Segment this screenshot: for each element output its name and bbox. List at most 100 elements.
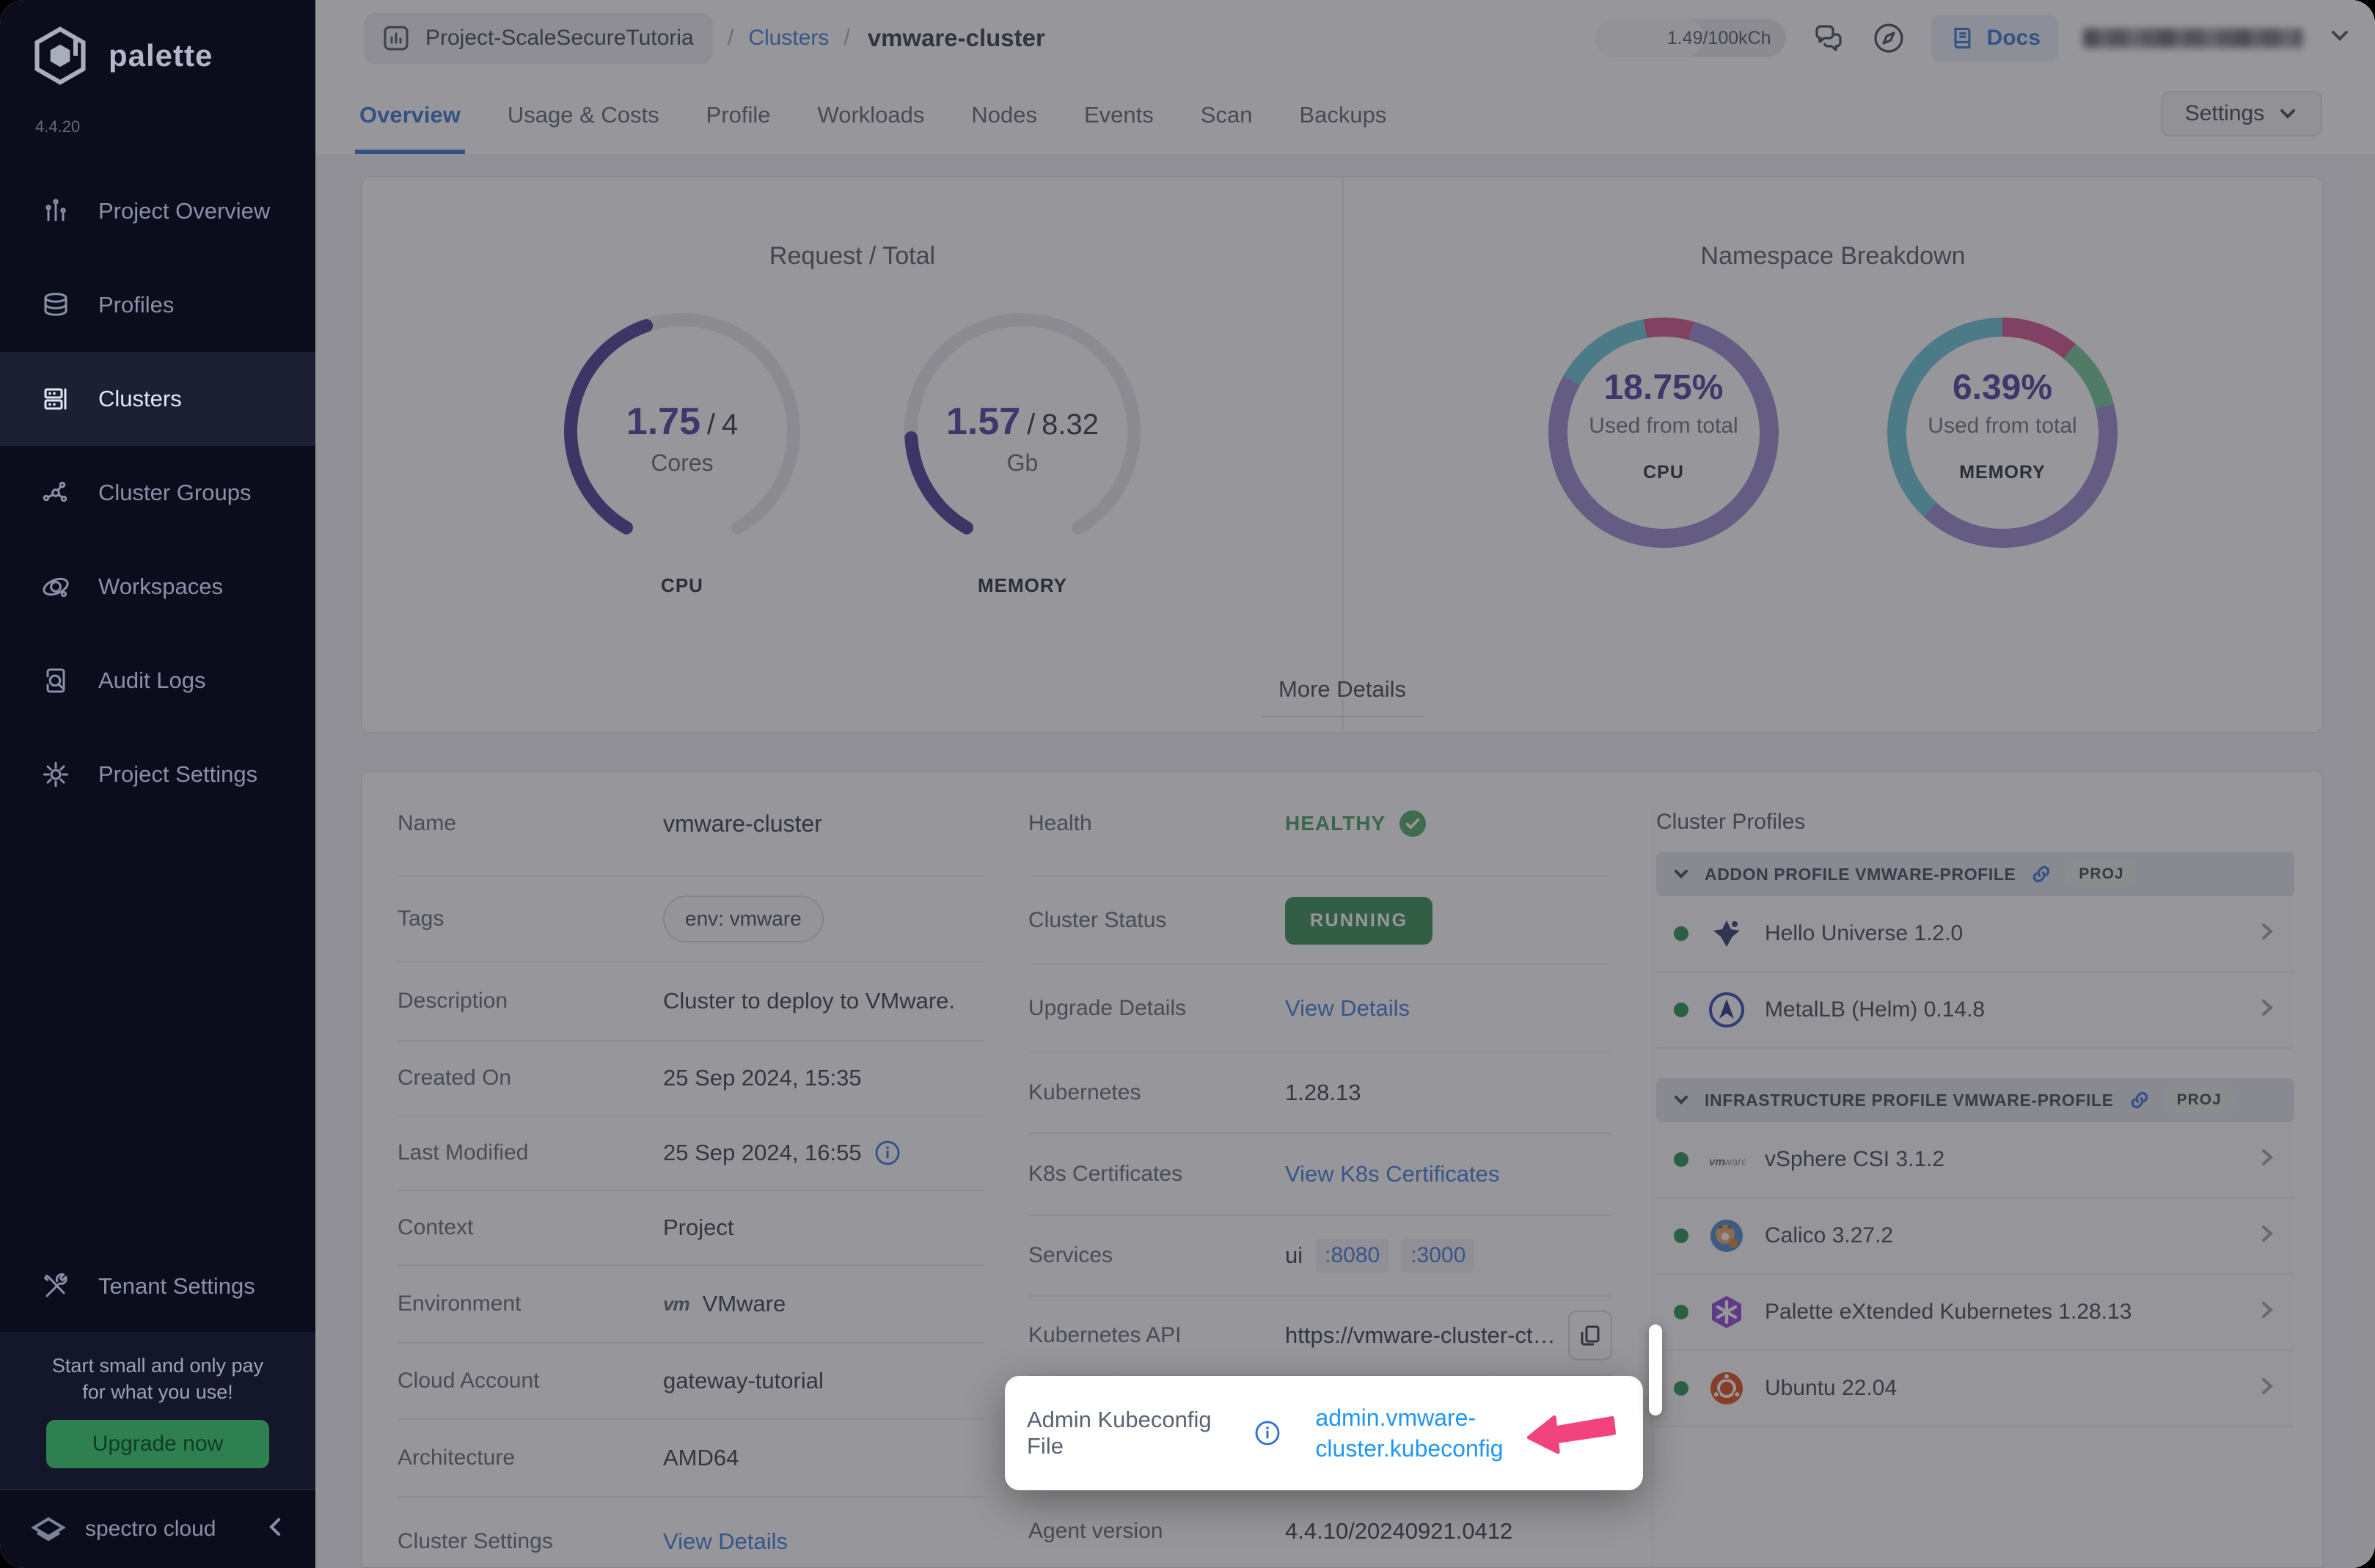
sidebar-item-tenant-settings[interactable]: Tenant Settings (0, 1239, 315, 1333)
detail-row-context: Context Project (398, 1191, 984, 1266)
tab-overview[interactable]: Overview (355, 76, 465, 154)
info-icon[interactable] (1255, 1421, 1280, 1446)
detail-row-cluster-status: Cluster Status RUNNING (1028, 877, 1612, 965)
info-icon[interactable] (875, 1140, 900, 1165)
tab-usage-costs[interactable]: Usage & Costs (508, 76, 659, 154)
scrollbar[interactable] (2362, 154, 2375, 1568)
sidebar-item-profiles[interactable]: Profiles (0, 258, 315, 352)
breadcrumb-clusters-link[interactable]: Clusters (748, 26, 829, 51)
service-port-8080-link[interactable]: :8080 (1316, 1239, 1389, 1272)
profile-row-metallb[interactable]: MetalLB (Helm) 0.14.8 (1656, 972, 2294, 1049)
project-selector[interactable]: Project-ScaleSecureTutoria (364, 12, 713, 64)
sidebar-nav: Project Overview Profiles Clusters Clust… (0, 164, 315, 821)
kubernetes-api-url: https://vmware-cluster-ct… (1285, 1322, 1556, 1348)
settings-button[interactable]: Settings (2161, 91, 2322, 136)
user-menu-chevron-down-icon[interactable] (2328, 23, 2352, 53)
sidebar-tenant: Tenant Settings (0, 1239, 315, 1333)
upgrade-view-details-link[interactable]: View Details (1285, 995, 1410, 1022)
sidebar-item-workspaces[interactable]: Workspaces (0, 540, 315, 634)
metallb-icon (1709, 992, 1744, 1027)
namespace-breakdown-title: Namespace Breakdown (1700, 242, 1966, 270)
link-icon (2131, 1091, 2148, 1109)
health-status: HEALTHY (1285, 812, 1386, 835)
upgrade-promo: Start small and only pay for what you us… (0, 1332, 315, 1489)
project-name: Project-ScaleSecureTutoria (425, 26, 694, 50)
promo-line2: for what you use! (82, 1381, 233, 1403)
sidebar-item-audit-logs[interactable]: Audit Logs (0, 634, 315, 728)
spotlight-scrollbar-thumb[interactable] (1649, 1325, 1662, 1415)
sidebar-item-cluster-groups[interactable]: Cluster Groups (0, 446, 315, 540)
promo-line1: Start small and only pay (51, 1355, 264, 1377)
profile-row-vsphere-csi[interactable]: vm ware vSphere CSI 3.1.2 (1656, 1122, 2294, 1198)
vmware-icon: vmware (1709, 1156, 1746, 1168)
check-circle-icon (1399, 810, 1427, 837)
profile-row-calico[interactable]: Calico 3.27.2 (1656, 1198, 2294, 1275)
sidebar-item-clusters[interactable]: Clusters (0, 352, 315, 446)
feedback-chat-button[interactable] (1811, 21, 1846, 56)
admin-kubeconfig-label: Admin Kubeconfig File (1027, 1407, 1212, 1459)
infrastructure-profile-group-header[interactable]: INFRASTRUCTURE PROFILE VMWARE-PROFILE PR… (1656, 1078, 2294, 1122)
explore-compass-button[interactable] (1871, 21, 1906, 56)
chevron-down-icon (2280, 109, 2296, 119)
detail-row-name: Name vmware-cluster (398, 772, 984, 877)
memory-unit: Gb (1006, 450, 1039, 476)
cluster-tabs: Overview Usage & Costs Profile Workloads… (315, 76, 1386, 154)
service-port-3000-link[interactable]: :3000 (1402, 1239, 1475, 1272)
gear-icon (43, 761, 69, 788)
sidebar-footer: spectro cloud (0, 1489, 315, 1568)
cpu-total: 4 (721, 409, 739, 441)
profile-row-palette-extended-kubernetes[interactable]: Palette eXtended Kubernetes 1.28.13 (1656, 1275, 2294, 1351)
detail-row-services: Services ui :8080 :3000 (1028, 1216, 1612, 1297)
kubeconfig-download-link[interactable]: admin.vmware- cluster.kubeconfig (1315, 1402, 1503, 1464)
user-account-redacted[interactable] (2083, 29, 2303, 48)
status-dot (1674, 1003, 1688, 1017)
cpu-gauge: 1.75 / 4 Cores CPU (554, 303, 810, 597)
view-k8s-certificates-link[interactable]: View K8s Certificates (1285, 1161, 1499, 1187)
docs-button[interactable]: Docs (1931, 15, 2058, 62)
tab-profile[interactable]: Profile (706, 76, 771, 154)
hello-universe-icon (1713, 920, 1740, 947)
breadcrumb: Project-ScaleSecureTutoria / Clusters / … (315, 0, 2375, 76)
sidebar-item-project-overview[interactable]: Project Overview (0, 164, 315, 258)
tab-workloads[interactable]: Workloads (818, 76, 925, 154)
svg-text:vm: vm (1709, 1156, 1725, 1168)
tab-backups[interactable]: Backups (1299, 76, 1386, 154)
tab-events[interactable]: Events (1084, 76, 1154, 154)
memory-namespace-pct: 6.39% (1952, 368, 2053, 407)
chevron-right-icon (2256, 1375, 2277, 1402)
cluster-settings-view-details-link[interactable]: View Details (663, 1528, 788, 1555)
details-left-column: Name vmware-cluster Tags env: vmware Des… (398, 772, 984, 1567)
sidebar-item-label: Project Settings (98, 761, 258, 787)
sidebar-item-project-settings[interactable]: Project Settings (0, 728, 315, 821)
usage-meter: 1.49/100kCh (1595, 19, 1786, 57)
cpu-unit: Cores (651, 450, 714, 476)
docs-label: Docs (1986, 26, 2041, 50)
sidebar-item-label: Workspaces (98, 574, 223, 599)
more-details-button[interactable]: More Details (1261, 676, 1424, 717)
proj-scope-badge: PROJ (2164, 1087, 2233, 1113)
namespace-breakdown-panel: Namespace Breakdown 18.75% Used from tot… (1342, 177, 2322, 732)
upgrade-now-button[interactable]: Upgrade now (46, 1420, 269, 1468)
collapse-sidebar-icon[interactable] (266, 1516, 286, 1543)
profile-row-hello-universe[interactable]: Hello Universe 1.2.0 (1656, 896, 2294, 972)
detail-row-tags: Tags env: vmware (398, 877, 984, 962)
doc-search-icon (46, 668, 65, 693)
sidebar-item-label: Audit Logs (98, 667, 206, 693)
chevron-right-icon (2256, 920, 2277, 948)
palette-logo-icon (34, 26, 86, 85)
tools-icon (44, 1273, 67, 1297)
usage-meter-value: 1.49/100kCh (1666, 27, 1771, 48)
sidebar-item-label: Clusters (98, 386, 182, 411)
spectro-cloud-label: spectro cloud (85, 1517, 216, 1541)
tab-scan[interactable]: Scan (1201, 76, 1253, 154)
orbit-icon (43, 577, 69, 598)
main-content: Request / Total 1.75 / 4 Cores CPU 1.57 … (315, 154, 2375, 1568)
sidebar-item-label: Project Overview (98, 198, 271, 224)
app-version: 4.4.20 (35, 117, 81, 136)
settings-label: Settings (2184, 101, 2265, 125)
tab-nodes[interactable]: Nodes (971, 76, 1037, 154)
detail-row-kubernetes-api: Kubernetes API https://vmware-cluster-ct… (1028, 1297, 1612, 1376)
profile-row-ubuntu[interactable]: Ubuntu 22.04 (1656, 1351, 2294, 1427)
addon-profile-group-header[interactable]: ADDON PROFILE VMWARE-PROFILE PROJ (1656, 852, 2294, 896)
copy-button[interactable] (1568, 1311, 1612, 1360)
